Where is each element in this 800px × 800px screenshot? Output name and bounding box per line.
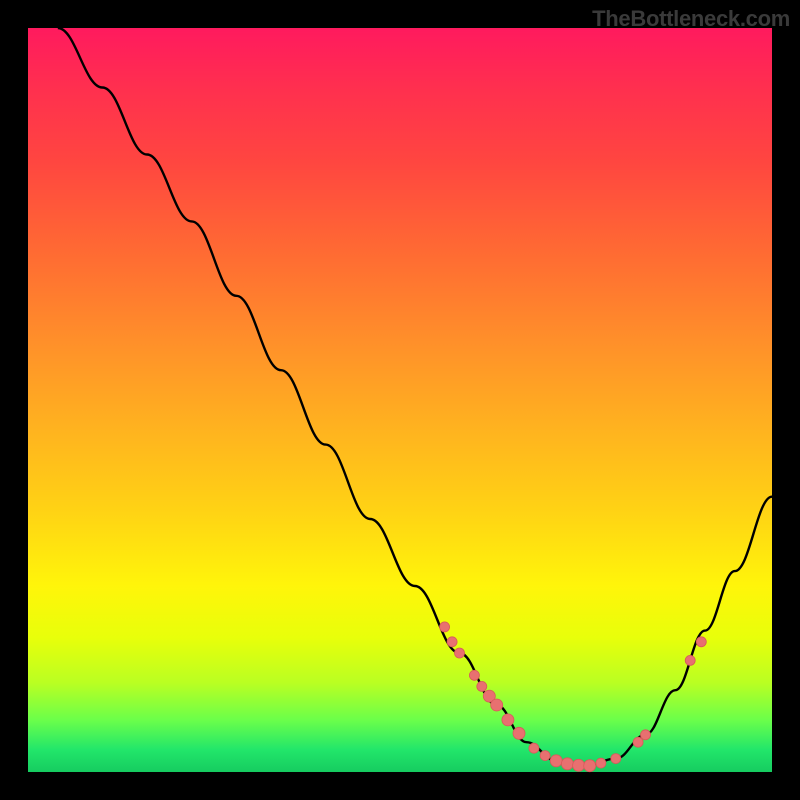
chart-frame <box>28 28 772 772</box>
bottleneck-curve <box>58 28 772 766</box>
data-marker <box>685 655 695 665</box>
data-marker <box>561 758 573 770</box>
data-marker <box>502 714 514 726</box>
plot-area <box>28 28 772 772</box>
data-marker <box>469 670 479 680</box>
data-marker <box>550 755 562 767</box>
data-marker <box>641 730 651 740</box>
data-marker <box>611 754 621 764</box>
data-marker <box>491 699 503 711</box>
data-marker <box>633 737 643 747</box>
data-marker <box>596 758 606 768</box>
curve-layer <box>28 28 772 772</box>
data-marker <box>440 622 450 632</box>
data-marker <box>455 648 465 658</box>
data-marker <box>513 727 525 739</box>
data-marker <box>696 637 706 647</box>
data-marker <box>584 760 596 772</box>
data-marker <box>477 681 487 691</box>
data-marker <box>529 743 539 753</box>
data-marker <box>447 637 457 647</box>
data-marker <box>573 759 585 771</box>
data-marker <box>540 751 550 761</box>
